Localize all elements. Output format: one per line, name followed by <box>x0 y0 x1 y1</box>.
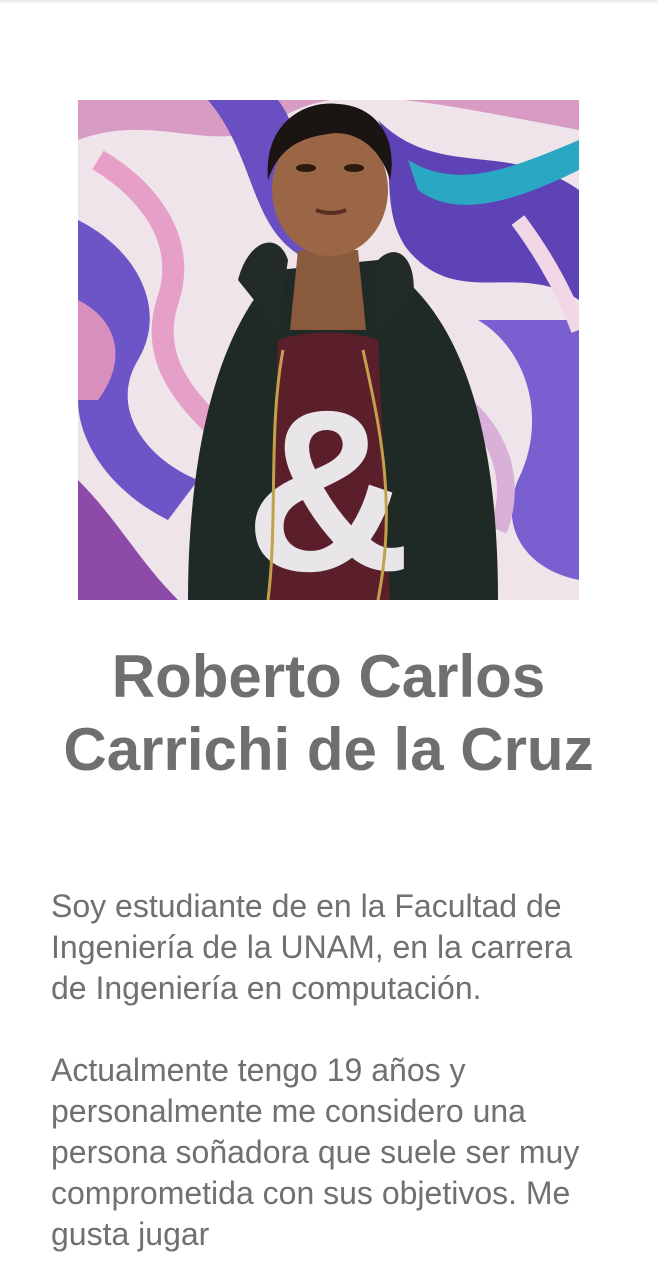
profile-name-line2: Carrichi de la Cruz <box>63 716 594 783</box>
profile-photo: & <box>78 100 579 600</box>
top-bar-shadow <box>0 0 657 4</box>
profile-name-line1: Roberto Carlos <box>111 643 546 710</box>
bio-paragraph: Actualmente tengo 19 años y personalment… <box>51 1052 580 1252</box>
bio-paragraph: Soy estudiante de en la Facultad de Inge… <box>51 888 573 1006</box>
profile-bio: Soy estudiante de en la Facultad de Inge… <box>51 886 591 1280</box>
profile-name: Roberto Carlos Carrichi de la Cruz <box>0 640 657 786</box>
